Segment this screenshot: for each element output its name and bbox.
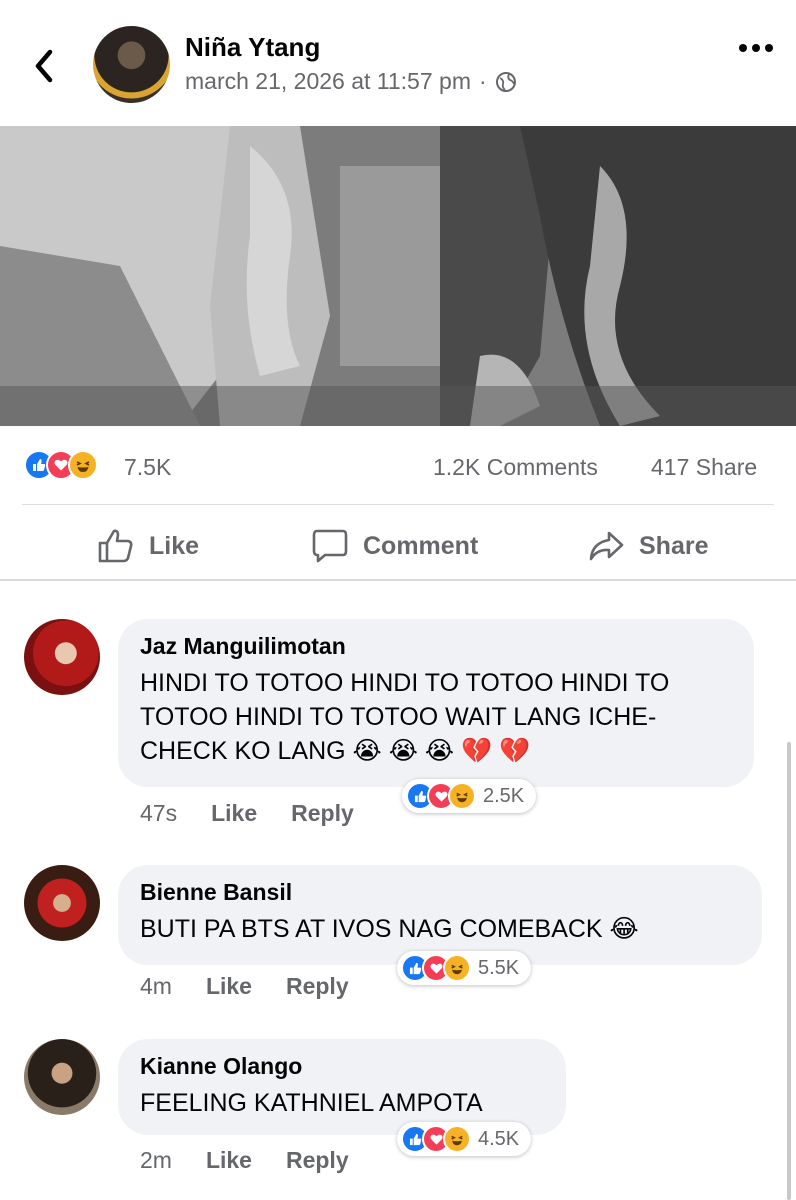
comment-reactions[interactable]: 4.5K [397, 1122, 532, 1156]
comment-text: BUTI PA BTS AT IVOS NAG COMEBACK 😂 [140, 915, 639, 943]
comment-like-button[interactable]: Like [211, 800, 257, 827]
globe-icon [495, 71, 516, 92]
comment-like-button[interactable]: Like [206, 1147, 252, 1174]
comment-bubble[interactable]: Jaz Manguilimotan HINDI TO TOTOO HINDI T… [118, 619, 754, 787]
comment-text: HINDI TO TOTOO HINDI TO TOTOO HINDI TO T… [140, 669, 670, 765]
post-meta: march 21, 2026 at 11:57 pm · [185, 68, 517, 95]
photo-content [0, 126, 796, 426]
author-name[interactable]: Niña Ytang [185, 32, 320, 63]
haha-reaction-icon [448, 782, 476, 810]
haha-reaction-icon [443, 1125, 471, 1153]
thumbs-up-icon [98, 529, 133, 563]
author-avatar[interactable] [93, 26, 170, 103]
post-timestamp[interactable]: march 21, 2026 at 11:57 pm [185, 68, 471, 95]
commenter-avatar[interactable] [24, 619, 100, 695]
commenter-avatar[interactable] [24, 865, 100, 941]
comment-bubble[interactable]: Kianne Olango FEELING KATHNIEL AMPOTA [118, 1039, 566, 1135]
reaction-count[interactable]: 7.5K [124, 454, 171, 481]
comment-reaction-count: 2.5K [483, 784, 525, 807]
comment-footer: 4m Like Reply [140, 973, 349, 1000]
haha-reaction-icon [443, 954, 471, 982]
commenter-name[interactable]: Bienne Bansil [140, 879, 740, 906]
comment-reply-button[interactable]: Reply [286, 973, 349, 1000]
haha-reaction-icon [68, 450, 98, 480]
commenter-name[interactable]: Jaz Manguilimotan [140, 633, 732, 660]
comment-icon [312, 529, 348, 563]
action-bar: Like Comment Share [0, 505, 796, 579]
post-photo[interactable] [0, 126, 796, 426]
share-count[interactable]: 417 Share [651, 454, 757, 481]
reaction-icons[interactable] [24, 450, 98, 480]
comment-time: 2m [140, 1147, 172, 1173]
back-button[interactable] [30, 46, 60, 86]
comment-text: FEELING KATHNIEL AMPOTA [140, 1089, 483, 1117]
share-label: Share [639, 531, 709, 560]
comment-reaction-count: 5.5K [478, 956, 520, 979]
share-button[interactable]: Share [587, 527, 708, 565]
more-options-button[interactable] [738, 34, 774, 54]
comment-time: 47s [140, 800, 178, 826]
comment-bubble[interactable]: Bienne Bansil BUTI PA BTS AT IVOS NAG CO… [118, 865, 762, 965]
comment-button[interactable]: Comment [311, 527, 478, 565]
section-divider [0, 579, 796, 581]
meta-separator: · [478, 68, 487, 94]
comment-reaction-count: 4.5K [478, 1127, 520, 1150]
comment-time: 4m [140, 973, 172, 999]
like-label: Like [149, 531, 200, 560]
post-stats: 7.5K 1.2K Comments 417 Share [0, 446, 796, 486]
comment-reply-button[interactable]: Reply [286, 1147, 349, 1174]
comment-label: Comment [363, 531, 479, 560]
scrollbar[interactable] [787, 742, 791, 1200]
chevron-left-icon [35, 49, 53, 83]
comment-footer: 2m Like Reply [140, 1147, 349, 1174]
comment-reply-button[interactable]: Reply [291, 800, 354, 827]
ellipsis-icon [739, 44, 773, 52]
comment-reactions[interactable]: 2.5K [402, 779, 537, 813]
post-header: Niña Ytang march 21, 2026 at 11:57 pm · [0, 0, 796, 126]
comment-footer: 47s Like Reply [140, 800, 354, 827]
comment-reactions[interactable]: 5.5K [397, 951, 532, 985]
comments-count[interactable]: 1.2K Comments [433, 454, 598, 481]
commenter-avatar[interactable] [24, 1039, 100, 1115]
share-icon [589, 531, 624, 561]
commenter-name[interactable]: Kianne Olango [140, 1053, 544, 1080]
like-button[interactable]: Like [97, 527, 199, 565]
comment-like-button[interactable]: Like [206, 973, 252, 1000]
